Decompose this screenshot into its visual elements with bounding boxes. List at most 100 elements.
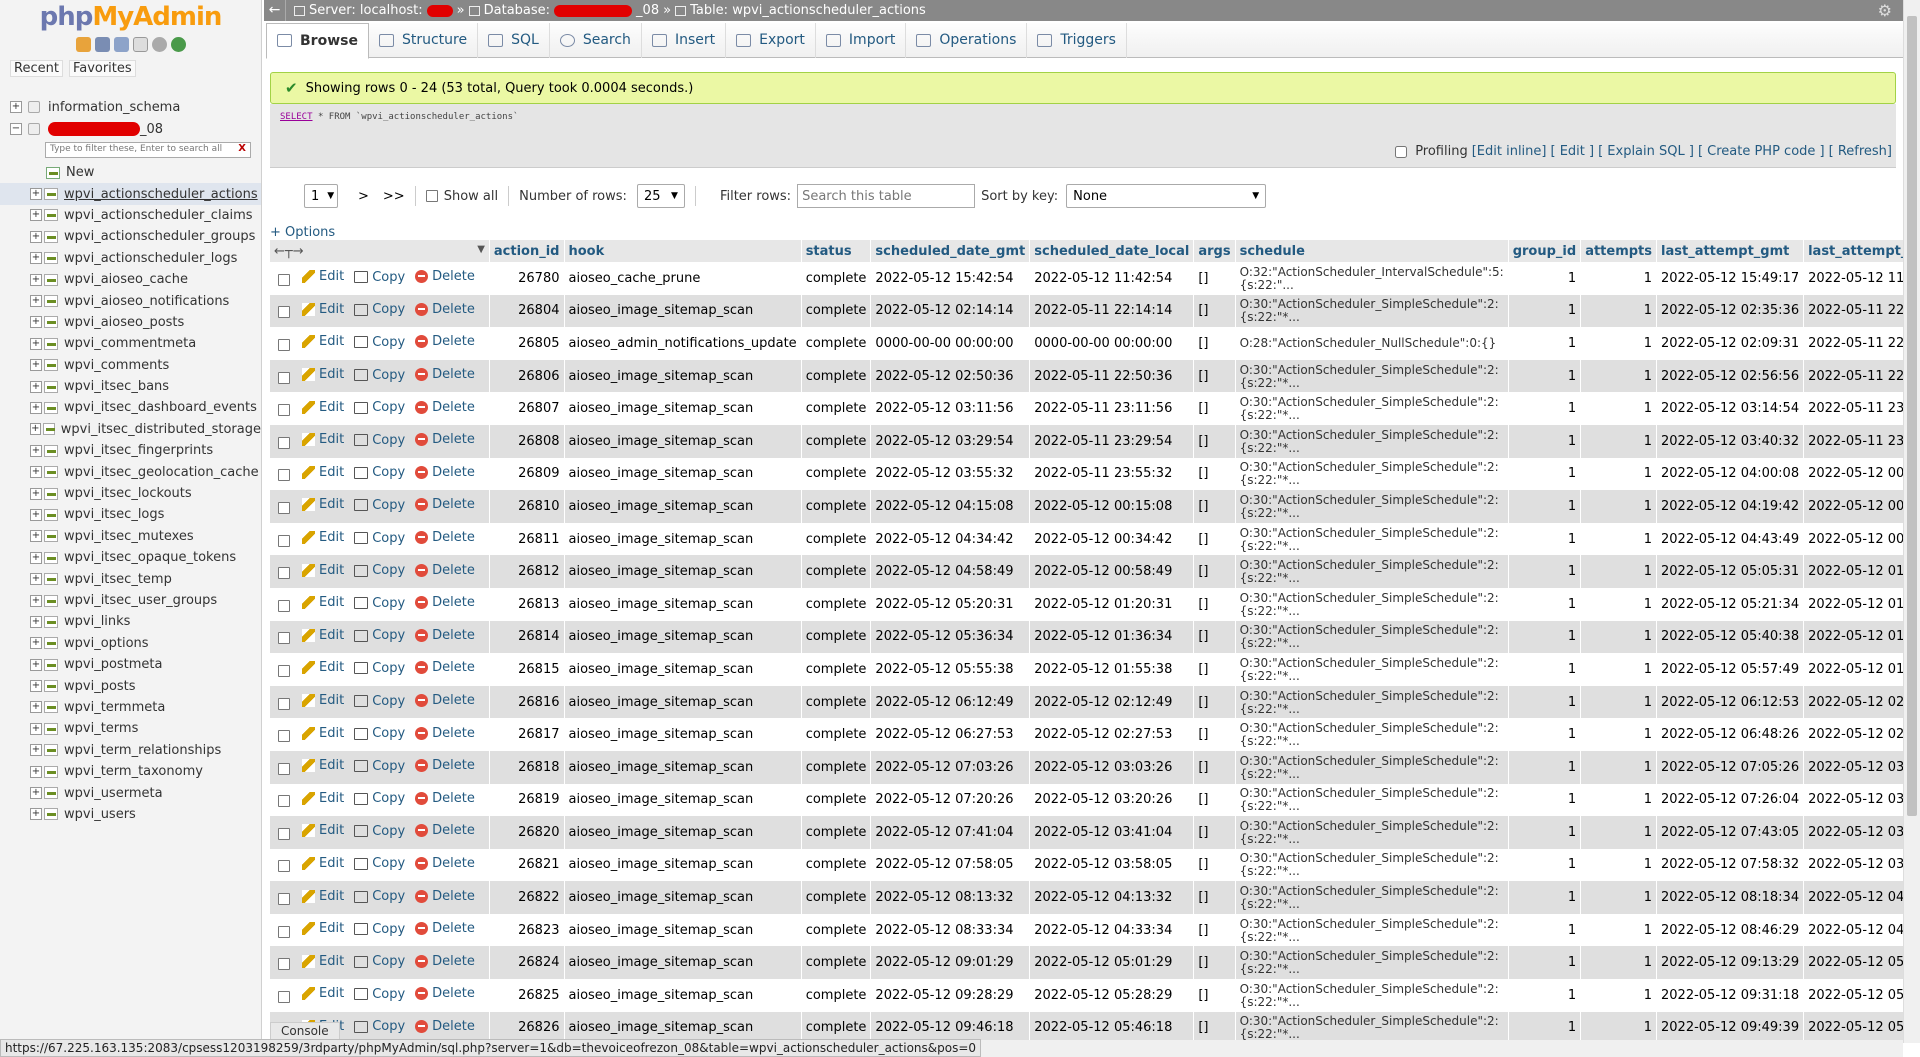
edit-button[interactable]: Edit xyxy=(302,432,344,447)
cell-group-id[interactable]: 1 xyxy=(1508,816,1582,849)
table-label[interactable]: wpvi_usermeta xyxy=(64,786,163,801)
cell-status[interactable]: complete xyxy=(801,1011,872,1040)
edit-button[interactable]: Edit xyxy=(302,497,344,512)
sidebar-table-item[interactable]: + wpvi_itsec_opaque_tokens xyxy=(0,547,261,568)
cell-last-attempt-gmt[interactable]: 2022-05-12 07:26:04 xyxy=(1656,783,1805,817)
sidebar-table-item[interactable]: + wpvi_options xyxy=(0,633,261,654)
delete-button[interactable]: Delete xyxy=(415,334,475,349)
cell-group-id[interactable]: 1 xyxy=(1508,848,1582,882)
cell-args[interactable]: [] xyxy=(1193,522,1236,556)
expand-icon[interactable]: + xyxy=(30,787,42,800)
sidebar-table-item[interactable]: + wpvi_itsec_bans xyxy=(0,376,261,397)
table-icon[interactable] xyxy=(44,337,58,350)
delete-button[interactable]: Delete xyxy=(415,432,475,447)
column-header[interactable]: attempts xyxy=(1580,240,1658,262)
table-icon[interactable] xyxy=(44,273,58,286)
table-icon[interactable] xyxy=(44,359,58,372)
cell-last-attempt-local[interactable]: 2022-05-12 01:05:31 xyxy=(1803,555,1906,588)
cell-action-id[interactable]: 26811 xyxy=(489,522,565,556)
db-information-schema[interactable]: + information_schema xyxy=(0,96,261,118)
table-icon[interactable] xyxy=(44,466,58,479)
cell-last-attempt-local[interactable]: 2022-05-11 22:56:56 xyxy=(1803,359,1906,393)
delete-button[interactable]: Delete xyxy=(415,530,475,545)
table-label[interactable]: wpvi_users xyxy=(64,807,136,822)
cell-hook[interactable]: aioseo_image_sitemap_scan xyxy=(564,1011,802,1040)
delete-button[interactable]: Delete xyxy=(415,791,475,806)
refresh-link[interactable]: [ Refresh] xyxy=(1829,144,1892,159)
cell-scheduled-local[interactable]: 2022-05-12 01:36:34 xyxy=(1029,620,1195,654)
table-row[interactable]: Edit Copy Delete 26780 aioseo_cache_prune com… xyxy=(270,262,1906,295)
delete-button[interactable]: Delete xyxy=(415,758,475,773)
row-checkbox[interactable] xyxy=(278,795,290,808)
cell-scheduled-gmt[interactable]: 2022-05-12 07:41:04 xyxy=(870,816,1031,849)
table-label[interactable]: wpvi_commentmeta xyxy=(64,336,196,351)
row-checkbox[interactable] xyxy=(278,599,290,612)
cell-scheduled-local[interactable]: 2022-05-12 03:58:05 xyxy=(1029,848,1195,882)
cell-attempts[interactable]: 1 xyxy=(1580,424,1658,458)
cell-last-attempt-local[interactable]: 2022-05-12 05:31:18 xyxy=(1803,979,1906,1012)
cell-group-id[interactable]: 1 xyxy=(1508,262,1582,295)
sort-select[interactable]: None ▼ xyxy=(1066,184,1267,208)
cell-hook[interactable]: aioseo_image_sitemap_scan xyxy=(564,848,802,882)
table-icon[interactable] xyxy=(44,316,58,329)
expand-icon[interactable]: + xyxy=(30,423,41,436)
cell-last-attempt-local[interactable]: 2022-05-12 02:48:26 xyxy=(1803,718,1906,751)
cell-group-id[interactable]: 1 xyxy=(1508,359,1582,393)
cell-group-id[interactable]: 1 xyxy=(1508,555,1582,588)
cell-scheduled-gmt[interactable]: 2022-05-12 07:03:26 xyxy=(870,750,1031,784)
cell-scheduled-local[interactable]: 2022-05-12 05:46:18 xyxy=(1029,1011,1195,1040)
table-filter-input[interactable]: Type to filter these, Enter to search al… xyxy=(45,142,251,158)
column-header[interactable]: last_attempt_gmt xyxy=(1656,240,1805,262)
tab-operations[interactable]: Operations xyxy=(906,22,1028,58)
cell-action-id[interactable]: 26808 xyxy=(489,424,565,458)
cell-last-attempt-local[interactable]: 2022-05-12 05:49:39 xyxy=(1803,1011,1906,1040)
cell-group-id[interactable]: 1 xyxy=(1508,913,1582,947)
table-row[interactable]: Edit Copy Delete 26808 aioseo_image_sitemap_… xyxy=(270,424,1906,458)
cell-status[interactable]: complete xyxy=(801,881,872,914)
breadcrumb-database[interactable]: Database: xyxy=(484,3,550,18)
expand-icon[interactable]: + xyxy=(30,701,42,714)
table-row[interactable]: Edit Copy Delete 26816 aioseo_image_sitemap_… xyxy=(270,685,1906,719)
cell-attempts[interactable]: 1 xyxy=(1580,359,1658,393)
copy-button[interactable]: Copy xyxy=(354,694,405,709)
cell-group-id[interactable]: 1 xyxy=(1508,979,1582,1012)
sidebar-table-item[interactable]: + wpvi_links xyxy=(0,611,261,632)
sidebar-table-item[interactable]: + wpvi_actionscheduler_groups xyxy=(0,226,261,247)
cell-last-attempt-gmt[interactable]: 2022-05-12 15:49:17 xyxy=(1656,262,1805,295)
delete-button[interactable]: Delete xyxy=(415,889,475,904)
row-checkbox[interactable] xyxy=(278,990,290,1003)
cell-scheduled-local[interactable]: 2022-05-12 00:58:49 xyxy=(1029,555,1195,588)
collapse-nav-icon[interactable]: ← xyxy=(264,0,286,21)
cell-scheduled-gmt[interactable]: 2022-05-12 15:42:54 xyxy=(870,262,1031,295)
cell-status[interactable]: complete xyxy=(801,359,872,393)
table-label[interactable]: wpvi_itsec_lockouts xyxy=(64,486,192,501)
cell-action-id[interactable]: 26814 xyxy=(489,620,565,654)
cell-args[interactable]: [] xyxy=(1193,555,1236,588)
expand-icon[interactable]: + xyxy=(30,487,42,500)
column-header[interactable]: args xyxy=(1193,240,1236,262)
cell-attempts[interactable]: 1 xyxy=(1580,848,1658,882)
row-checkbox[interactable] xyxy=(278,436,290,449)
table-row[interactable]: Edit Copy Delete 26818 aioseo_image_sitemap_… xyxy=(270,750,1906,784)
copy-button[interactable]: Copy xyxy=(354,954,405,969)
cell-group-id[interactable]: 1 xyxy=(1508,522,1582,556)
copy-button[interactable]: Copy xyxy=(354,759,405,774)
docs-icon[interactable] xyxy=(113,37,129,52)
cell-scheduled-gmt[interactable]: 2022-05-12 09:28:29 xyxy=(870,979,1031,1012)
cell-schedule[interactable]: O:30:"ActionScheduler_SimpleSchedule":2:… xyxy=(1235,783,1509,817)
table-label[interactable]: wpvi_itsec_mutexes xyxy=(64,529,194,544)
table-icon[interactable] xyxy=(46,166,60,179)
cell-args[interactable]: [] xyxy=(1193,979,1236,1012)
sidebar-table-item[interactable]: + wpvi_itsec_geolocation_cache xyxy=(0,461,261,482)
copy-button[interactable]: Copy xyxy=(354,628,405,643)
collapse-icon[interactable]: − xyxy=(10,123,22,135)
cell-status[interactable]: complete xyxy=(801,946,872,980)
sidebar-table-item[interactable]: + wpvi_itsec_dashboard_events xyxy=(0,397,261,418)
cell-last-attempt-gmt[interactable]: 2022-05-12 05:21:34 xyxy=(1656,587,1805,621)
tab-import[interactable]: Import xyxy=(816,22,907,58)
sidebar-table-item[interactable]: + wpvi_term_taxonomy xyxy=(0,761,261,782)
expand-icon[interactable]: + xyxy=(30,530,42,543)
edit-button[interactable]: Edit xyxy=(302,889,344,904)
edit-button[interactable]: Edit xyxy=(302,791,344,806)
cell-scheduled-gmt[interactable]: 2022-05-12 03:11:56 xyxy=(870,392,1031,425)
